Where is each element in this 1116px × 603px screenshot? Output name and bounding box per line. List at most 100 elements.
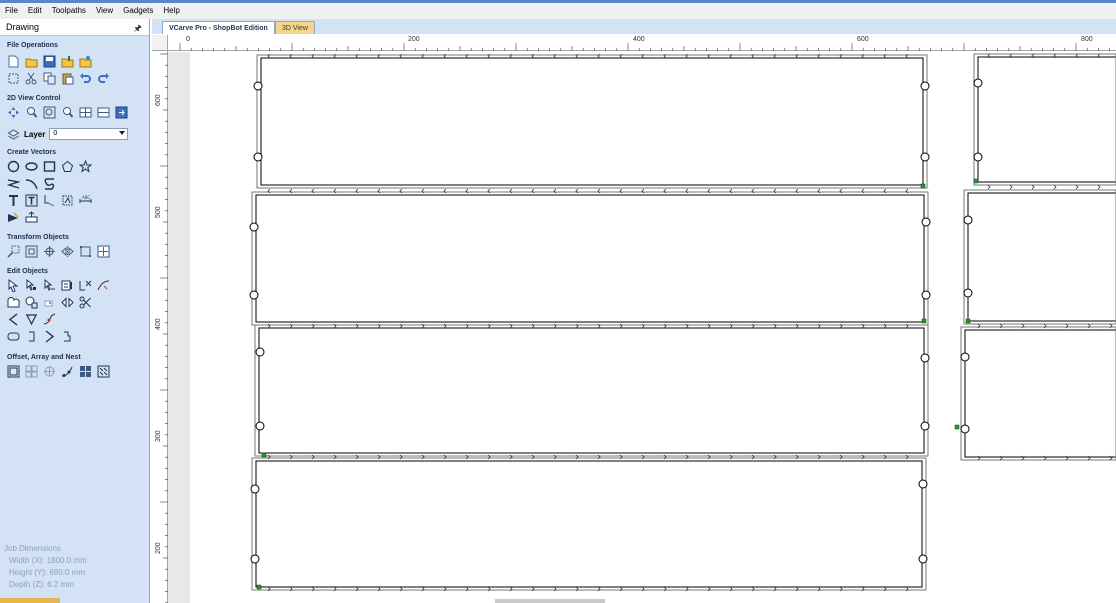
block-copy-icon[interactable] [25, 365, 38, 378]
polygon-icon[interactable] [61, 160, 74, 173]
rounded-rect-icon[interactable] [7, 330, 20, 343]
transform-select-icon[interactable] [43, 279, 56, 292]
bracket-step-icon[interactable] [61, 330, 74, 343]
cut-icon[interactable] [25, 72, 38, 85]
select-icon[interactable] [7, 279, 20, 292]
menu-help[interactable]: Help [158, 3, 184, 19]
fillet-icon[interactable] [97, 279, 110, 292]
zoom-fit-icon[interactable] [61, 106, 74, 119]
menu-toolpaths[interactable]: Toolpaths [47, 3, 91, 19]
save-icon[interactable] [43, 55, 56, 68]
open-icon[interactable] [25, 55, 38, 68]
intersect-icon[interactable] [43, 296, 56, 309]
tab-notch-7a [960, 352, 970, 362]
menu-file[interactable]: File [0, 3, 23, 19]
tab-vcarve-pro[interactable]: VCarve Pro - ShopBot Edition [162, 21, 275, 34]
menu-view[interactable]: View [91, 3, 118, 19]
text-on-curve-icon[interactable] [43, 194, 56, 207]
measure-icon[interactable] [25, 211, 38, 224]
chevron-left-icon[interactable] [7, 313, 20, 326]
scissors-icon[interactable] [79, 296, 92, 309]
direction-arrow [1009, 184, 1013, 190]
menu-gadgets[interactable]: Gadgets [118, 3, 158, 19]
bracket-right-icon[interactable] [25, 330, 38, 343]
dimension-icon[interactable]: ABC [79, 194, 92, 207]
view-split-icon[interactable] [97, 106, 110, 119]
copy-icon[interactable] [43, 72, 56, 85]
arc-icon[interactable] [25, 177, 38, 190]
rectangle-icon[interactable] [43, 160, 56, 173]
undo-icon[interactable] [79, 72, 92, 85]
create-vectors-row-2 [7, 177, 56, 191]
panel-bottom-tab[interactable] [0, 598, 60, 603]
chevron-right-icon[interactable] [43, 330, 56, 343]
trim-icon[interactable] [79, 279, 92, 292]
section-offset-array-nest: Offset, Array and Nest [7, 354, 81, 361]
v-notch-icon[interactable] [25, 313, 38, 326]
circle-icon[interactable] [7, 160, 20, 173]
import-icon[interactable] [61, 55, 74, 68]
menu-edit[interactable]: Edit [23, 3, 47, 19]
circular-copy-icon[interactable] [43, 365, 56, 378]
scale-icon[interactable] [25, 245, 38, 258]
tab-notch-3a [255, 347, 265, 357]
mirror-icon[interactable] [61, 245, 74, 258]
create-vectors-row-3: ABC [7, 194, 92, 208]
job-dimensions: Job Dimensions Width (X): 1800.0 mm Heig… [4, 543, 87, 591]
select-all-icon[interactable] [7, 72, 20, 85]
text-icon[interactable] [7, 194, 20, 207]
subtract-icon[interactable] [25, 296, 38, 309]
layer-dropdown[interactable]: 0 [49, 128, 129, 140]
svg-text:ABC: ABC [82, 195, 90, 200]
node-select-icon[interactable] [25, 279, 38, 292]
zoom-icon[interactable] [25, 106, 38, 119]
array-grid-icon[interactable] [79, 365, 92, 378]
ellipse-icon[interactable] [25, 160, 38, 173]
vector-parts-layer[interactable] [168, 52, 1116, 603]
start-point-marker-5 [973, 178, 979, 184]
offset-array-row [7, 365, 110, 379]
node-edit-icon[interactable] [7, 211, 20, 224]
trace-bitmap-icon[interactable] [61, 194, 74, 207]
redo-icon[interactable] [97, 72, 110, 85]
drawing-canvas[interactable] [168, 52, 1116, 603]
curve-icon[interactable] [43, 177, 56, 190]
offset-arrow-icon[interactable] [61, 296, 74, 309]
start-point-marker-3 [261, 452, 267, 458]
v-ruler-label-500: 500 [155, 206, 162, 218]
create-vectors-row-4 [7, 211, 38, 225]
nest-icon[interactable] [97, 365, 110, 378]
rotate-icon[interactable] [43, 245, 56, 258]
direction-arrow [1031, 184, 1035, 190]
copy-along-vector-icon[interactable] [61, 365, 74, 378]
move-icon[interactable] [7, 245, 20, 258]
star-icon[interactable] [79, 160, 92, 173]
tab-notch-1a [253, 81, 263, 91]
offset-icon[interactable] [7, 365, 20, 378]
new-file-icon[interactable] [7, 55, 20, 68]
text-box-icon[interactable] [25, 194, 38, 207]
horizontal-scrollbar[interactable] [495, 599, 605, 603]
curve-edit-icon[interactable] [43, 313, 56, 326]
job-width: Width (X): 1800.0 mm [9, 556, 87, 565]
part-outline-1 [260, 57, 924, 186]
edit-objects-row-4 [7, 330, 74, 344]
tab-3d-view[interactable]: 3D View [275, 21, 315, 34]
zoom-box-icon[interactable] [43, 106, 56, 119]
h-ruler-label-400: 400 [633, 36, 645, 43]
weld-icon[interactable] [7, 296, 20, 309]
transform-objects-row [7, 245, 110, 259]
paste-icon[interactable] [61, 72, 74, 85]
pan-icon[interactable] [7, 106, 20, 119]
import-bitmap-icon[interactable] [79, 55, 92, 68]
view-grid-icon[interactable] [115, 106, 128, 119]
toolpath-offset-3 [254, 324, 929, 457]
view-layout-icon[interactable] [79, 106, 92, 119]
tab-notch-4a [250, 484, 260, 494]
distort-icon[interactable] [79, 245, 92, 258]
align-icon[interactable] [97, 245, 110, 258]
direction-arrow [1097, 184, 1101, 190]
interactive-trim-icon[interactable] [61, 279, 74, 292]
polyline-icon[interactable] [7, 177, 20, 190]
pin-icon[interactable]: 🖈 [134, 21, 142, 37]
